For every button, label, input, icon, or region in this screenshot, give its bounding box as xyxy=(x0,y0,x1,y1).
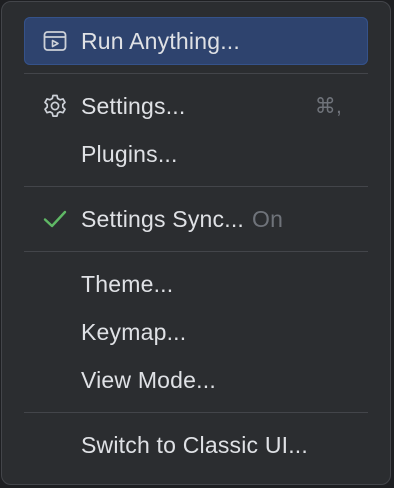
main-menu-popup: Run Anything... Settings... ⌘, Plugins..… xyxy=(1,1,391,485)
menu-separator xyxy=(24,186,368,187)
menu-separator xyxy=(24,73,368,74)
sync-status: On xyxy=(252,205,284,232)
menu-separator xyxy=(24,412,368,413)
run-anything-icon xyxy=(40,17,70,65)
menu-item-settings[interactable]: Settings... ⌘, xyxy=(24,82,368,130)
menu-item-label: Keymap... xyxy=(81,318,187,345)
menu-item-label: Switch to Classic UI... xyxy=(81,431,308,458)
keyboard-shortcut: ⌘, xyxy=(314,94,342,118)
menu-item-label: Theme... xyxy=(81,270,174,297)
menu-item-view-mode[interactable]: View Mode... xyxy=(24,356,368,404)
menu-item-switch-classic-ui[interactable]: Switch to Classic UI... xyxy=(24,421,368,469)
menu-item-label: Settings... xyxy=(81,92,186,119)
menu-item-label: Settings Sync... xyxy=(81,205,244,232)
menu-item-plugins[interactable]: Plugins... xyxy=(24,130,368,178)
menu-item-run-anything[interactable]: Run Anything... xyxy=(24,17,368,65)
gear-icon xyxy=(40,82,70,130)
menu-separator xyxy=(24,251,368,252)
menu-item-label: Plugins... xyxy=(81,140,178,167)
menu-item-label: View Mode... xyxy=(81,366,216,393)
menu-item-keymap[interactable]: Keymap... xyxy=(24,308,368,356)
menu-item-settings-sync[interactable]: Settings Sync... On xyxy=(24,195,368,243)
menu-item-label: Run Anything... xyxy=(81,27,240,54)
checkmark-icon xyxy=(40,195,70,243)
menu-item-theme[interactable]: Theme... xyxy=(24,260,368,308)
